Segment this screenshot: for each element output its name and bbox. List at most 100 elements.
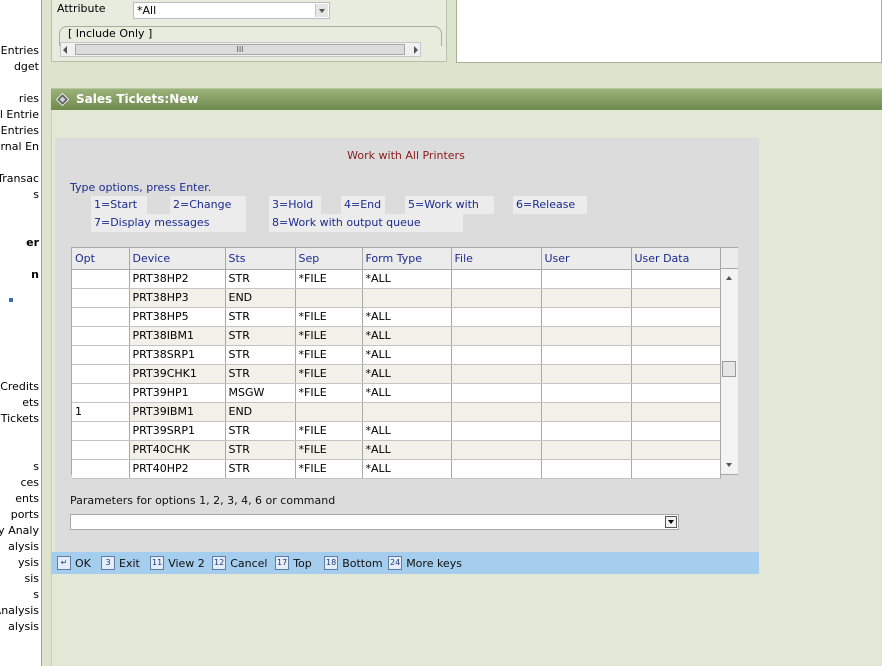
opt-input[interactable] [72, 440, 130, 460]
file-cell [451, 345, 542, 365]
enter-key-icon: ↵ [57, 556, 71, 570]
scroll-up-icon[interactable] [726, 276, 732, 280]
nav-item[interactable]: s [33, 188, 39, 202]
attribute-label: Attribute [57, 2, 106, 15]
nav-item[interactable]: ournal En [0, 140, 39, 154]
f3-key-icon: 3 [101, 556, 115, 570]
opt-input[interactable] [72, 459, 130, 479]
attribute-select[interactable]: *All [133, 2, 330, 19]
column-header-file[interactable]: File [451, 248, 542, 270]
table-row[interactable]: PRT38SRP1 STR *FILE *ALL [72, 345, 721, 365]
exit-button[interactable]: 3 Exit [101, 555, 140, 571]
nav-item[interactable]: sis [24, 572, 39, 586]
horizontal-scrollbar[interactable]: III [60, 42, 421, 57]
table-row[interactable]: PRT38HP5 STR *FILE *ALL [72, 307, 721, 327]
nav-item[interactable]: ity Analy [0, 524, 39, 538]
status-cell: STR [225, 364, 296, 384]
more-keys-button[interactable]: 24 More keys [388, 555, 462, 571]
nav-item[interactable]: Analysis [0, 604, 39, 618]
table-row[interactable]: PRT39CHK1 STR *FILE *ALL [72, 364, 721, 384]
nav-item[interactable]: ysis [18, 556, 39, 570]
separator-cell: *FILE [295, 307, 363, 327]
view-2-button[interactable]: 11 View 2 [150, 555, 205, 571]
separator-cell: *FILE [295, 459, 363, 479]
device-cell: PRT38IBM1 [129, 326, 226, 346]
opt-input[interactable] [72, 364, 130, 384]
table-vertical-scrollbar[interactable] [720, 248, 738, 474]
chevron-down-icon[interactable] [665, 516, 677, 528]
status-cell: END [225, 288, 296, 308]
nav-item[interactable]: y Transac [0, 172, 39, 186]
nav-item[interactable]: ets [22, 396, 39, 410]
column-header-sep[interactable]: Sep [295, 248, 363, 270]
column-header-user-data[interactable]: User Data [631, 248, 721, 270]
column-header-user[interactable]: User [541, 248, 632, 270]
status-cell: END [225, 402, 296, 422]
separator-cell: *FILE [295, 326, 363, 346]
table-row[interactable]: PRT40HP2 STR *FILE *ALL [72, 459, 721, 479]
bottom-button[interactable]: 18 Bottom [324, 555, 383, 571]
chevron-down-icon[interactable] [315, 4, 328, 17]
scroll-down-icon[interactable] [726, 463, 732, 467]
file-cell [451, 421, 542, 441]
nav-item[interactable]: ries [19, 92, 39, 106]
nav-item[interactable]: ports [11, 508, 39, 522]
table-row[interactable]: PRT40CHK STR *FILE *ALL [72, 440, 721, 460]
nav-item[interactable]: alysis [8, 540, 39, 554]
device-cell: PRT38HP5 [129, 307, 226, 327]
nav-section-heading[interactable]: n [31, 268, 39, 282]
separator-cell [295, 288, 363, 308]
status-cell: STR [225, 269, 296, 289]
table-row[interactable]: PRT39HP1 MSGW *FILE *ALL [72, 383, 721, 403]
table-row[interactable]: PRT38HP2 STR *FILE *ALL [72, 269, 721, 289]
nav-item[interactable]: Credits [0, 380, 39, 394]
nav-item[interactable]: s [33, 588, 39, 602]
nav-item[interactable]: rnal Entrie [0, 108, 39, 122]
nav-item[interactable]: s [33, 460, 39, 474]
opt-input[interactable] [72, 326, 130, 346]
table-row[interactable]: PRT39SRP1 STR *FILE *ALL [72, 421, 721, 441]
table-row[interactable]: 1 PRT39IBM1 END [72, 402, 721, 422]
nav-item[interactable]: ents [15, 492, 39, 506]
top-button[interactable]: 17 Top [275, 555, 312, 571]
scroll-left-icon[interactable] [63, 46, 67, 54]
ok-button[interactable]: ↵ OK [57, 555, 91, 571]
parameters-input[interactable] [70, 514, 679, 530]
column-header-form-type[interactable]: Form Type [362, 248, 452, 270]
user-data-cell [631, 421, 721, 441]
nav-item[interactable]: alysis [8, 620, 39, 634]
column-header-device[interactable]: Device [129, 248, 226, 270]
nav-item[interactable]: r Entries [0, 44, 39, 58]
opt-input[interactable] [72, 345, 130, 365]
scroll-thumb[interactable] [722, 361, 736, 377]
opt-input[interactable]: 1 [72, 402, 130, 422]
view-2-button-label: View 2 [168, 556, 205, 570]
status-cell: STR [225, 326, 296, 346]
form-type-cell: *ALL [362, 345, 452, 365]
opt-input[interactable] [72, 421, 130, 441]
status-cell: MSGW [225, 383, 296, 403]
column-header-opt[interactable]: Opt [72, 248, 130, 270]
nav-item[interactable]: ces [20, 476, 39, 490]
nav-item[interactable]: dget [14, 60, 39, 74]
opt-input[interactable] [72, 269, 130, 289]
opt-input[interactable] [72, 288, 130, 308]
opt-input[interactable] [72, 383, 130, 403]
nav-section-heading[interactable]: er [26, 236, 39, 250]
f17-key-icon: 17 [275, 556, 290, 570]
opt-input[interactable] [72, 307, 130, 327]
preview-area [456, 0, 882, 63]
table-row[interactable]: PRT38IBM1 STR *FILE *ALL [72, 326, 721, 346]
scroll-right-icon[interactable] [414, 46, 418, 54]
status-cell: STR [225, 440, 296, 460]
column-header-sts[interactable]: Sts [225, 248, 296, 270]
nav-item[interactable]: Tickets [1, 412, 39, 426]
table-row[interactable]: PRT38HP3 END [72, 288, 721, 308]
user-data-cell [631, 402, 721, 422]
scroll-thumb[interactable]: III [75, 44, 405, 55]
separator-cell [295, 402, 363, 422]
nav-item[interactable]: al Entries [0, 124, 39, 138]
user-cell [541, 421, 632, 441]
cancel-button[interactable]: 12 Cancel [212, 555, 267, 571]
attribute-select-value: *All [137, 4, 157, 17]
